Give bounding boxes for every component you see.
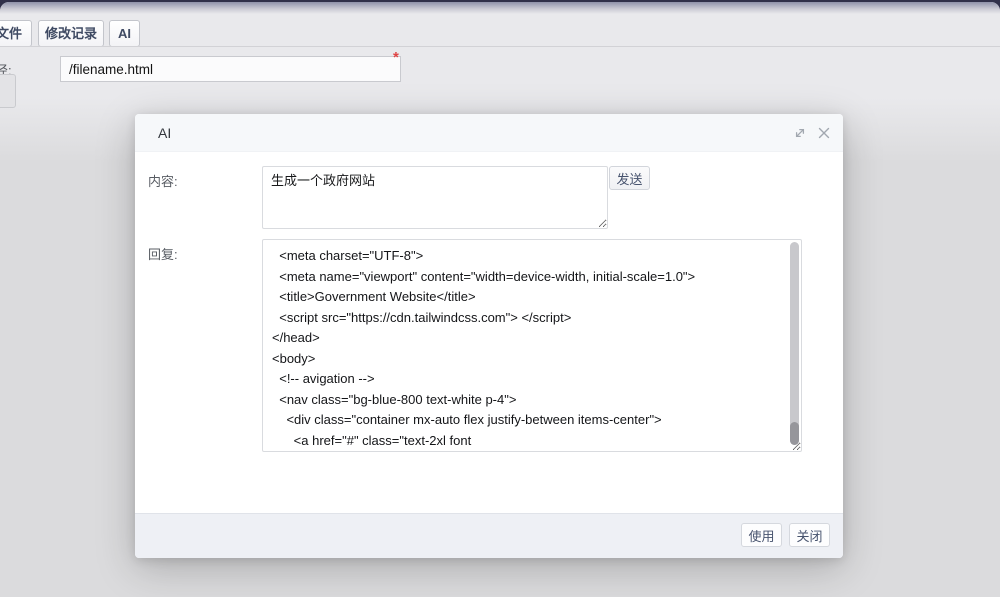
dialog-header: AI [135,114,843,152]
clipped-side-button[interactable] [0,74,16,108]
send-button[interactable]: 发送 [609,166,650,190]
use-button[interactable]: 使用 [741,523,782,547]
tab-history[interactable]: 修改记录 [38,20,104,47]
toolbar-divider [0,46,1000,47]
path-input[interactable] [60,56,401,82]
ai-dialog: AI 内容: 生成一个政府网站 发送 回复: <meta charset="UT… [135,114,843,558]
close-button[interactable]: 关闭 [789,523,830,547]
dialog-footer: 使用 关闭 [135,513,843,558]
reply-scrollbar-track[interactable] [790,242,799,445]
window-titlebar [0,2,1000,14]
tab-file[interactable]: 文件 [0,20,32,47]
reply-textarea[interactable]: <meta charset="UTF-8"> <meta name="viewp… [262,239,802,452]
tab-ai[interactable]: AI [109,20,140,47]
screen: 文件 修改记录 AI 径: * AI [0,0,1000,597]
required-marker: * [393,49,399,66]
reply-label: 回复: [148,244,178,263]
expand-icon[interactable] [792,125,808,141]
dialog-title: AI [158,125,171,141]
reply-scrollbar-thumb[interactable] [790,422,799,445]
close-icon[interactable] [816,125,832,141]
content-label: 内容: [148,171,178,190]
content-textarea[interactable]: 生成一个政府网站 [262,166,608,229]
